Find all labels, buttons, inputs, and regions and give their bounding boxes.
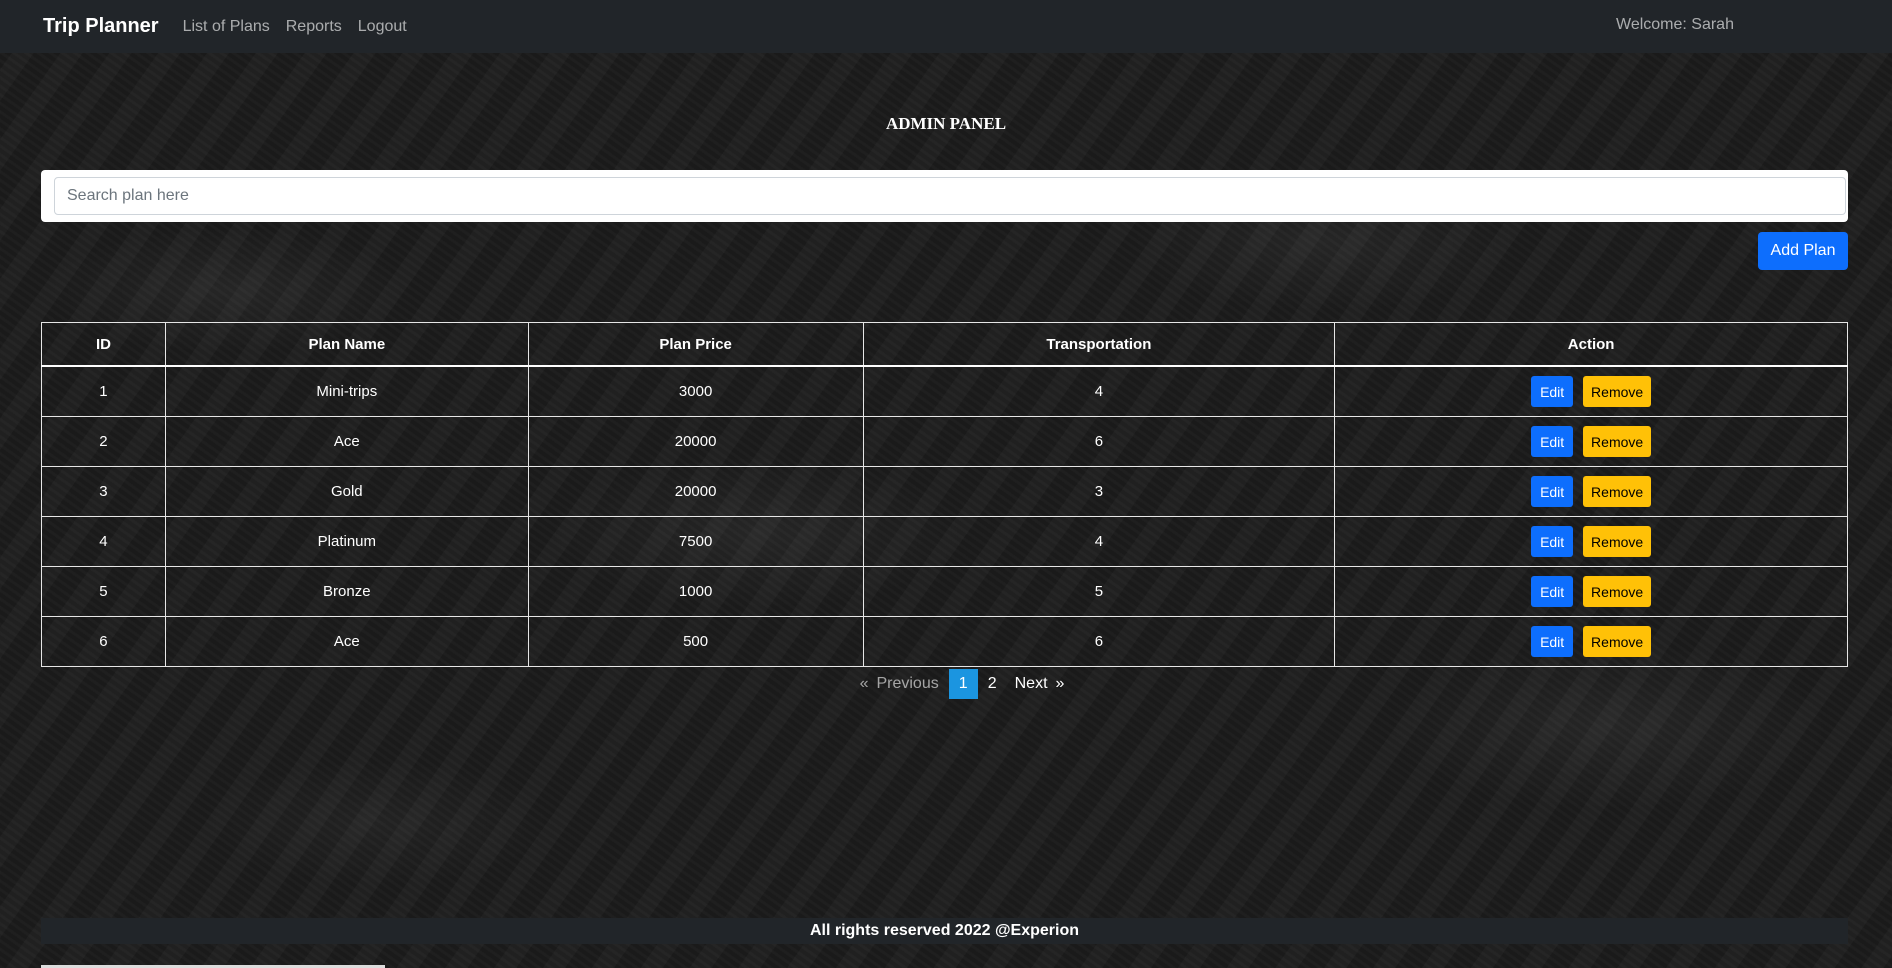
cell-action: Edit Remove <box>1334 516 1848 567</box>
add-plan-button[interactable]: Add Plan <box>1758 232 1848 270</box>
welcome-text: Welcome: Sarah <box>1616 16 1734 33</box>
remove-button[interactable]: Remove <box>1583 526 1652 557</box>
table-row: 1 Mini-trips 3000 4 Edit Remove <box>41 365 1848 417</box>
cell-action: Edit Remove <box>1334 466 1848 517</box>
cell-plan-name: Ace <box>164 416 529 467</box>
footer: All rights reserved 2022 @Experion <box>41 918 1848 944</box>
top-navbar: Trip Planner List of Plans Reports Logou… <box>0 0 1892 53</box>
pagination: « Previous 1 2 Next » <box>16 669 1892 699</box>
page-link-1[interactable]: 1 <box>948 669 978 699</box>
cell-action: Edit Remove <box>1334 566 1848 617</box>
table-row: 4 Platinum 7500 4 Edit Remove <box>41 516 1848 567</box>
table-row: 6 Ace 500 6 Edit Remove <box>41 616 1848 667</box>
plans-table: ID Plan Name Plan Price Transportation A… <box>41 322 1848 667</box>
cell-transportation: 3 <box>862 466 1336 517</box>
next-page-link[interactable]: Next <box>1011 675 1052 693</box>
remove-button[interactable]: Remove <box>1583 476 1652 507</box>
page-title: ADMIN PANEL <box>885 114 1007 133</box>
cell-plan-name: Platinum <box>164 516 529 567</box>
cell-plan-price: 500 <box>527 616 864 667</box>
cell-transportation: 4 <box>862 365 1336 417</box>
nav-links: List of Plans Reports Logout <box>183 18 423 36</box>
cell-transportation: 6 <box>862 416 1336 467</box>
edit-button[interactable]: Edit <box>1531 376 1574 407</box>
cell-plan-price: 20000 <box>527 466 864 517</box>
cell-id: 6 <box>41 616 166 667</box>
edit-button[interactable]: Edit <box>1531 526 1574 557</box>
cell-id: 1 <box>41 365 166 417</box>
cell-transportation: 4 <box>862 516 1336 567</box>
table-row: 2 Ace 20000 6 Edit Remove <box>41 416 1848 467</box>
cell-plan-price: 7500 <box>527 516 864 567</box>
cell-id: 2 <box>41 416 166 467</box>
search-input[interactable] <box>54 177 1846 215</box>
cell-action: Edit Remove <box>1334 616 1848 667</box>
cell-plan-price: 3000 <box>527 365 864 417</box>
nav-link-logout[interactable]: Logout <box>358 18 407 36</box>
edit-button[interactable]: Edit <box>1531 426 1574 457</box>
edit-button[interactable]: Edit <box>1531 576 1574 607</box>
prev-arrow-icon[interactable]: « <box>856 675 873 693</box>
cell-plan-name: Mini-trips <box>164 365 529 417</box>
header-transportation: Transportation <box>862 322 1336 367</box>
table-row: 3 Gold 20000 3 Edit Remove <box>41 466 1848 517</box>
cell-plan-name: Gold <box>164 466 529 517</box>
brand-logo[interactable]: Trip Planner <box>43 15 159 38</box>
cell-plan-name: Ace <box>164 616 529 667</box>
cell-plan-name: Bronze <box>164 566 529 617</box>
nav-link-reports[interactable]: Reports <box>286 18 342 36</box>
header-plan-price: Plan Price <box>527 322 864 367</box>
cell-action: Edit Remove <box>1334 365 1848 417</box>
remove-button[interactable]: Remove <box>1583 626 1652 657</box>
header-plan-name: Plan Name <box>164 322 529 367</box>
cell-id: 5 <box>41 566 166 617</box>
cell-id: 4 <box>41 516 166 567</box>
edit-button[interactable]: Edit <box>1531 476 1574 507</box>
header-id: ID <box>41 322 166 367</box>
next-arrow-icon[interactable]: » <box>1052 675 1069 693</box>
nav-link-list-of-plans[interactable]: List of Plans <box>183 18 270 36</box>
edit-button[interactable]: Edit <box>1531 626 1574 657</box>
cell-action: Edit Remove <box>1334 416 1848 467</box>
remove-button[interactable]: Remove <box>1583 576 1652 607</box>
cell-transportation: 5 <box>862 566 1336 617</box>
remove-button[interactable]: Remove <box>1583 376 1652 407</box>
table-row: 5 Bronze 1000 5 Edit Remove <box>41 566 1848 617</box>
page-link-2[interactable]: 2 <box>984 675 1001 693</box>
cell-transportation: 6 <box>862 616 1336 667</box>
table-header-row: ID Plan Name Plan Price Transportation A… <box>41 322 1848 367</box>
remove-button[interactable]: Remove <box>1583 426 1652 457</box>
search-card <box>41 170 1848 222</box>
cell-plan-price: 1000 <box>527 566 864 617</box>
previous-page-link[interactable]: Previous <box>872 675 942 693</box>
cell-id: 3 <box>41 466 166 517</box>
cell-plan-price: 20000 <box>527 416 864 467</box>
header-action: Action <box>1334 322 1848 367</box>
